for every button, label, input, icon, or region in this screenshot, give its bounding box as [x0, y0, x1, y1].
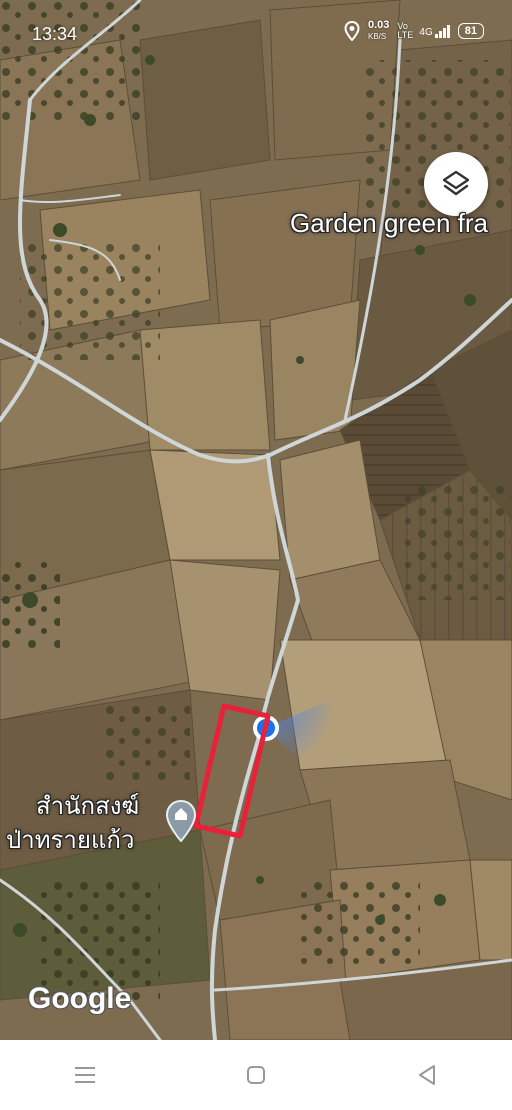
- net-speed-value: 0.03: [367, 19, 390, 31]
- menu-icon: [75, 1067, 96, 1083]
- battery-indicator: 81: [457, 23, 484, 39]
- volte-indicator: Vo LTE: [397, 21, 414, 40]
- back-button[interactable]: [397, 1050, 457, 1100]
- menu-button[interactable]: [55, 1050, 115, 1100]
- back-triangle-icon: [418, 1065, 435, 1085]
- signal-indicator: 4G: [419, 24, 450, 38]
- google-attribution: Google: [28, 982, 132, 1015]
- net-speed-unit: KB/S: [367, 32, 387, 41]
- place-label-temple[interactable]: สำนักสงฆ์ ป่าทรายแก้ว: [6, 790, 139, 858]
- temple-label-line1: สำนักสงฆ์: [36, 793, 140, 820]
- status-time: 13:34: [32, 24, 78, 44]
- home-square-icon: [246, 1066, 265, 1084]
- location-icon: [344, 21, 360, 41]
- signal-bars-icon: [434, 24, 450, 38]
- network-speed: 0.03 KB/S: [368, 20, 389, 42]
- navigation-bar: [0, 1040, 512, 1110]
- temple-pin-icon[interactable]: [166, 800, 196, 842]
- home-button[interactable]: [226, 1050, 286, 1100]
- temple-label-line2: ป่าทรายแก้ว: [6, 827, 135, 854]
- layers-button[interactable]: [424, 152, 488, 216]
- network-type: 4G: [419, 26, 433, 38]
- satellite-map[interactable]: [0, 0, 512, 1040]
- layers-icon: [442, 170, 470, 196]
- status-icons: 0.03 KB/S Vo LTE 4G 81: [344, 20, 484, 42]
- place-label-garden[interactable]: Garden green fra: [290, 208, 488, 239]
